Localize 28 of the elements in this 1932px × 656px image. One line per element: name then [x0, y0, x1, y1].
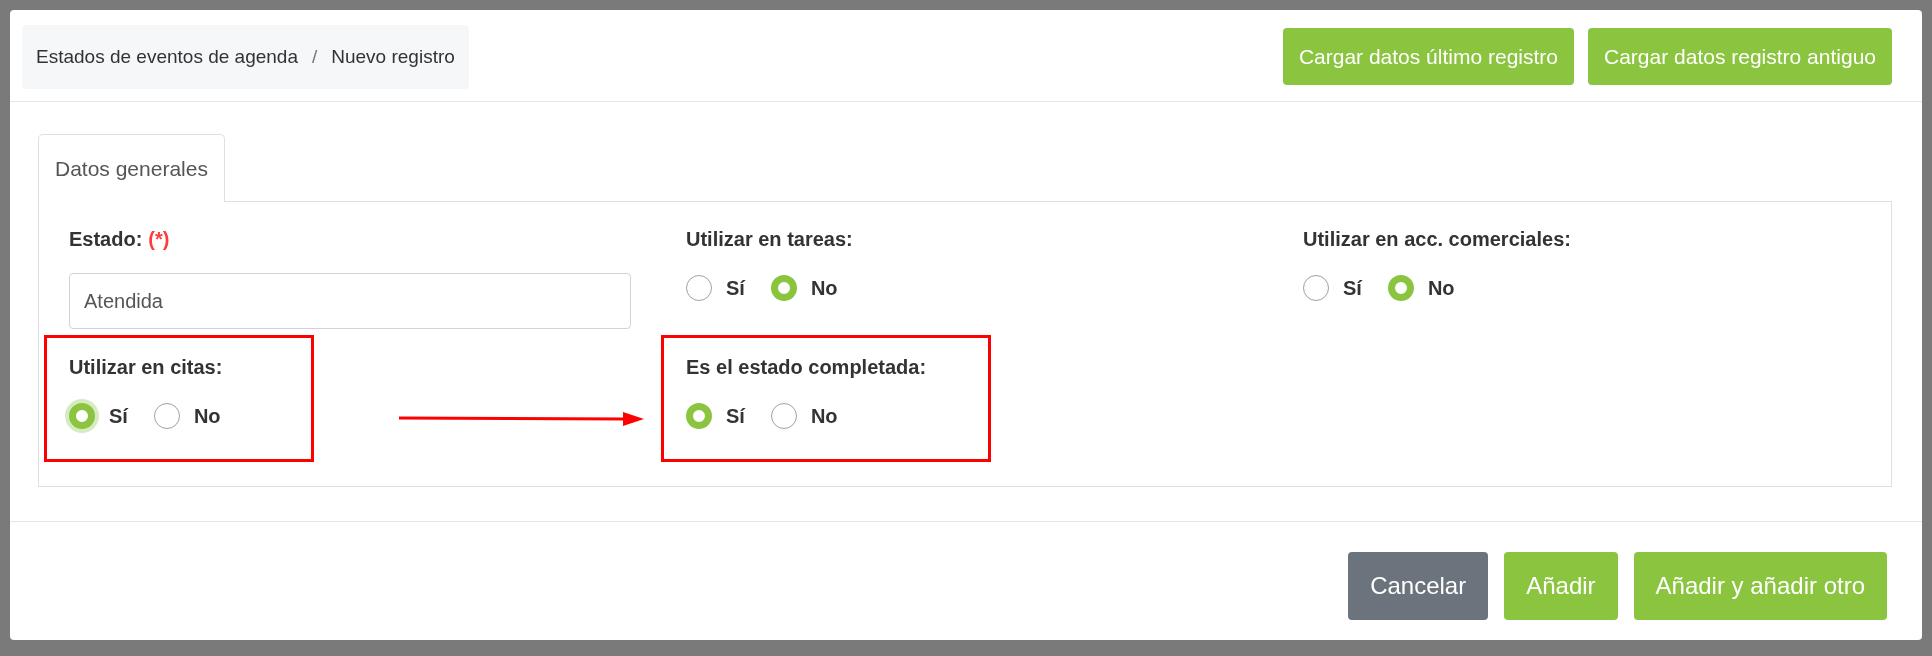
- breadcrumb-item: Nuevo registro: [331, 45, 455, 68]
- field-label: Utilizar en citas:: [69, 356, 224, 379]
- radio-button[interactable]: [153, 403, 180, 429]
- radio-label: Sí: [109, 404, 128, 428]
- field-label: Utilizar en acc. comerciales:: [1303, 228, 1572, 251]
- field-label: Utilizar en tareas:: [686, 228, 854, 251]
- radio-label: No: [1427, 276, 1455, 300]
- field-label: Estado:: [69, 228, 143, 251]
- radio-button[interactable]: [1387, 275, 1414, 301]
- cancel-button[interactable]: Cancelar: [1348, 552, 1489, 620]
- radio-label: No: [193, 404, 221, 428]
- radio-button[interactable]: [686, 403, 712, 429]
- radio-button[interactable]: [770, 275, 797, 301]
- radio-label: No: [810, 404, 838, 428]
- tab[interactable]: Datos generales: [38, 134, 225, 202]
- radio-label: No: [810, 276, 838, 300]
- input-field[interactable]: Atendida: [69, 273, 631, 329]
- radio-button[interactable]: [69, 403, 95, 429]
- breadcrumb-item[interactable]: Estados de eventos de agenda: [36, 45, 298, 68]
- radio-button[interactable]: [686, 275, 712, 301]
- breadcrumb-separator: /: [312, 45, 318, 68]
- radio-label: Sí: [726, 276, 745, 300]
- radio-label: Sí: [1343, 276, 1362, 300]
- field-label: Es el estado completada:: [686, 356, 927, 379]
- radio-button[interactable]: [770, 403, 797, 429]
- required-mark: (*): [148, 228, 170, 251]
- radio-label: Sí: [726, 404, 745, 428]
- radio-button[interactable]: [1303, 275, 1329, 301]
